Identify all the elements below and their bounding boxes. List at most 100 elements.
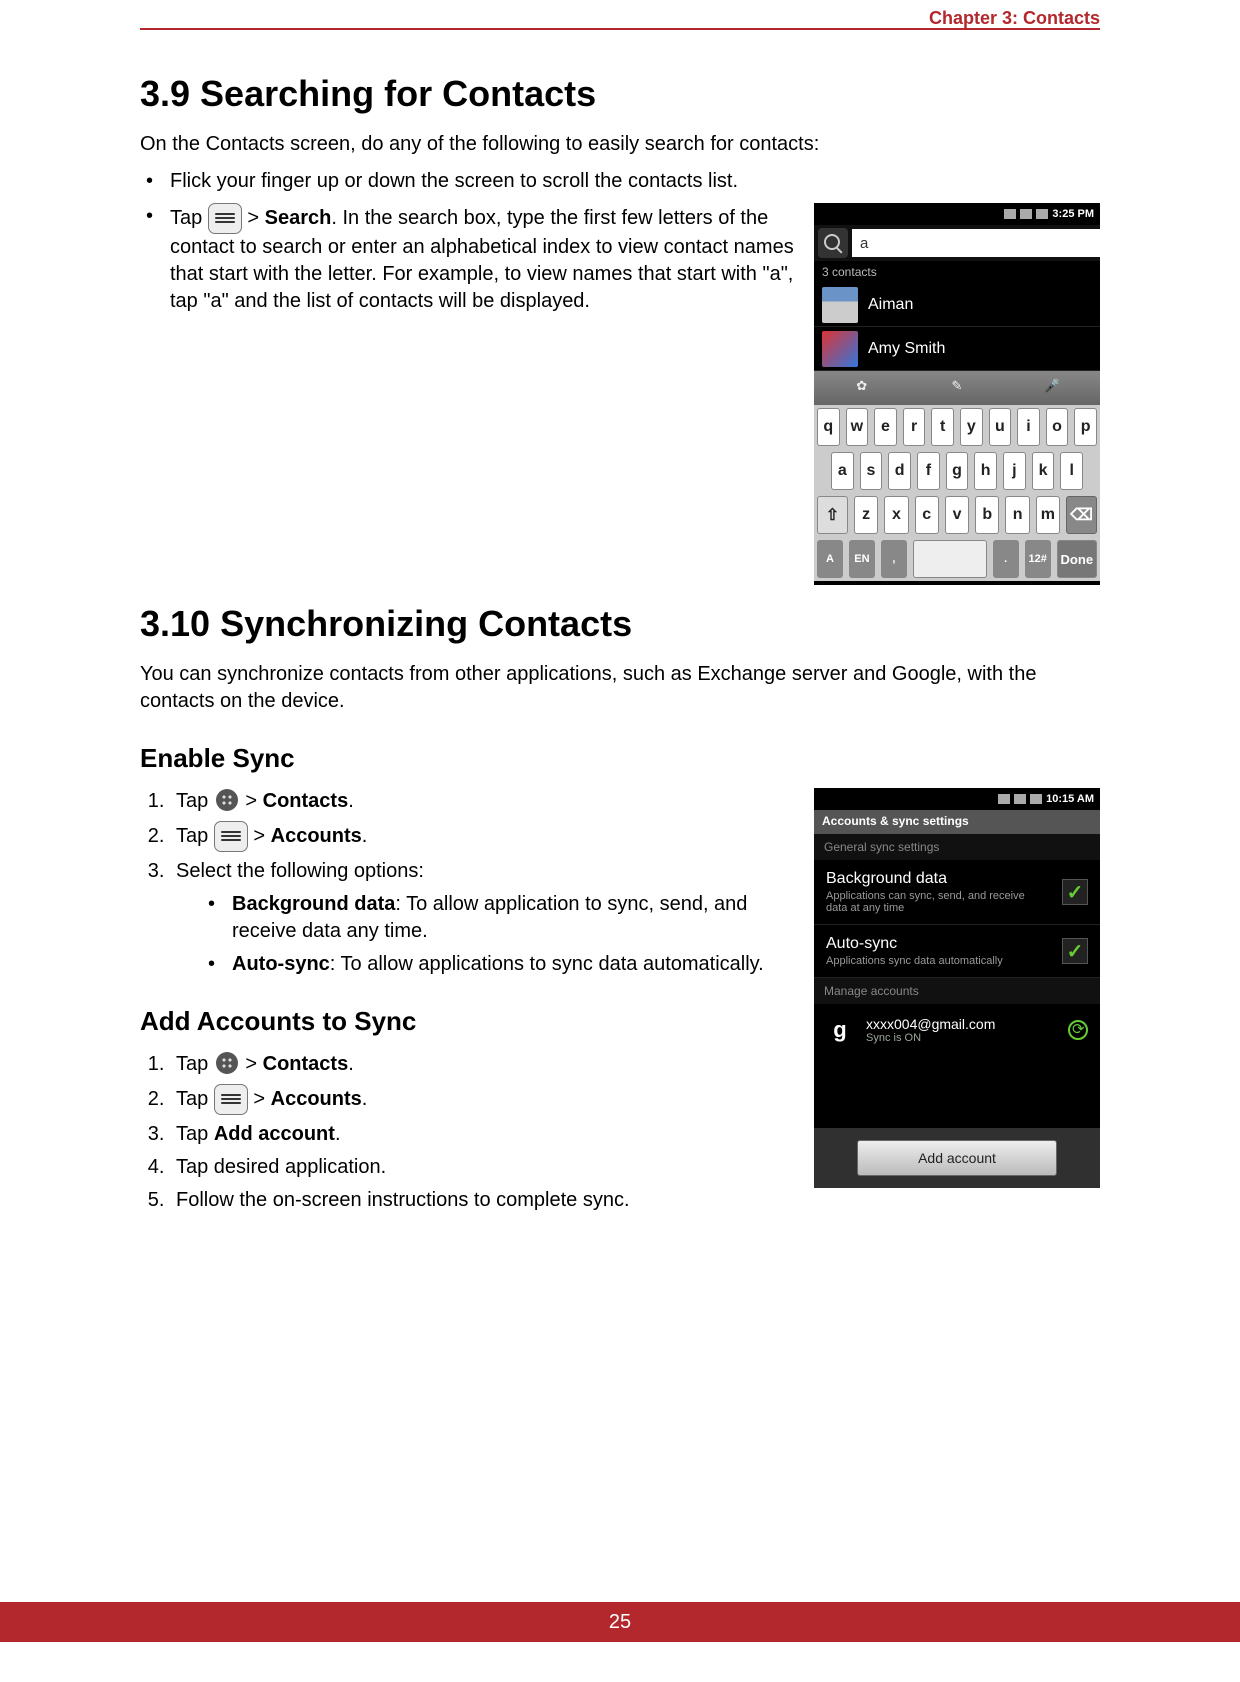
search-icon[interactable] [818,228,848,258]
key-m[interactable]: m [1036,496,1060,534]
text: . [362,825,368,847]
key-x[interactable]: x [884,496,908,534]
text: Tap [176,1123,214,1145]
enable-step-3: Select the following options: Background… [170,858,796,978]
key-y[interactable]: y [960,408,983,446]
contacts-bold: Contacts [263,1053,349,1075]
key-e[interactable]: e [874,408,897,446]
key-shift[interactable]: ⇧ [817,496,848,534]
search-row [814,225,1100,261]
key-backspace[interactable]: ⌫ [1066,496,1097,534]
key-lang[interactable]: EN [849,540,875,578]
wifi-icon [1020,209,1032,219]
search-input[interactable] [852,229,1100,257]
search-bold: Search [265,207,332,229]
key-k[interactable]: k [1032,452,1055,490]
key-u[interactable]: u [989,408,1012,446]
tap-text: Tap [170,207,208,229]
add-step-1: Tap > Contacts. [170,1051,796,1078]
key-n[interactable]: n [1005,496,1029,534]
contact-item[interactable]: Aiman [814,283,1100,327]
section-3-10-title: 3.10 Synchronizing Contacts [140,603,1100,645]
menu-icon [214,1084,248,1115]
google-icon: g [826,1016,854,1044]
key-z[interactable]: z [854,496,878,534]
button-bar: Add account [814,1128,1100,1188]
contact-item[interactable]: Amy Smith [814,327,1100,371]
contact-name: Aiman [868,296,913,314]
account-item[interactable]: g xxxx004@gmail.com Sync is ON [814,1004,1100,1056]
checkbox-checked-icon[interactable] [1062,938,1088,964]
key-ime[interactable]: A [817,540,843,578]
apps-icon [216,789,238,811]
key-space[interactable] [913,540,987,578]
section-3-9-title: 3.9 Searching for Contacts [140,73,1100,115]
bg-data-bold: Background data [232,893,395,915]
mic-icon[interactable]: 🎤 [1040,378,1064,398]
text: . [348,790,354,812]
contact-name: Amy Smith [868,340,945,358]
battery-icon [1030,794,1042,804]
key-c[interactable]: c [915,496,939,534]
auto-sync-bold: Auto-sync [232,953,330,975]
text: > [245,1053,262,1075]
chapter-label: Chapter 3: Contacts [929,8,1100,29]
text: > [253,825,270,847]
menu-icon [208,203,242,234]
key-v[interactable]: v [945,496,969,534]
text: Tap [176,1053,214,1075]
setting-desc: Applications sync data automatically [826,955,1003,967]
key-b[interactable]: b [975,496,999,534]
key-p[interactable]: p [1074,408,1097,446]
enable-step-3a: Background data: To allow application to… [206,891,796,945]
key-a[interactable]: a [831,452,854,490]
enable-step-3b: Auto-sync: To allow applications to sync… [206,951,796,978]
key-o[interactable]: o [1046,408,1069,446]
checkbox-checked-icon[interactable] [1062,879,1088,905]
setting-auto-sync[interactable]: Auto-sync Applications sync data automat… [814,925,1100,978]
input-mode-row: ✿ ✎ 🎤 [814,371,1100,405]
key-comma[interactable]: , [881,540,907,578]
contacts-search-screenshot: 3:25 PM 3 contacts Aiman Amy Smith ✿ [814,203,1100,585]
key-g[interactable]: g [946,452,969,490]
status-time: 3:25 PM [1052,208,1094,220]
on-screen-keyboard: q w e r t y u i o p a s d [814,405,1100,581]
text: Select the following options: [176,860,424,882]
status-time: 10:15 AM [1046,793,1094,805]
account-email: xxxx004@gmail.com [866,1016,995,1032]
bullet-flick: Flick your finger up or down the screen … [140,168,1100,195]
setting-background-data[interactable]: Background data Applications can sync, s… [814,860,1100,925]
section-3-9-intro: On the Contacts screen, do any of the fo… [140,131,1100,158]
key-r[interactable]: r [903,408,926,446]
key-s[interactable]: s [860,452,883,490]
add-account-button[interactable]: Add account [857,1140,1057,1176]
contact-avatar [822,287,858,323]
key-d[interactable]: d [888,452,911,490]
key-h[interactable]: h [974,452,997,490]
screen-title: Accounts & sync settings [814,810,1100,834]
text: Tap [176,1088,214,1110]
key-w[interactable]: w [846,408,869,446]
accounts-bold: Accounts [271,825,362,847]
key-l[interactable]: l [1060,452,1083,490]
add-step-2: Tap > Accounts. [170,1084,796,1115]
enable-step-1: Tap > Contacts. [170,788,796,815]
key-j[interactable]: j [1003,452,1026,490]
contact-avatar [822,331,858,367]
key-period[interactable]: . [993,540,1019,578]
key-i[interactable]: i [1017,408,1040,446]
key-t[interactable]: t [931,408,954,446]
edit-icon[interactable]: ✎ [945,378,969,398]
setting-title: Background data [826,870,1026,888]
accounts-sync-screenshot: 10:15 AM Accounts & sync settings Genera… [814,788,1100,1188]
gear-icon[interactable]: ✿ [850,378,874,398]
setting-title: Auto-sync [826,935,1003,953]
key-done[interactable]: Done [1057,540,1097,578]
key-q[interactable]: q [817,408,840,446]
key-sym[interactable]: 12# [1025,540,1051,578]
key-f[interactable]: f [917,452,940,490]
status-bar: 10:15 AM [814,788,1100,810]
text: : To allow applications to sync data aut… [330,953,764,975]
add-step-4: Tap desired application. [170,1154,796,1181]
battery-icon [1036,209,1048,219]
